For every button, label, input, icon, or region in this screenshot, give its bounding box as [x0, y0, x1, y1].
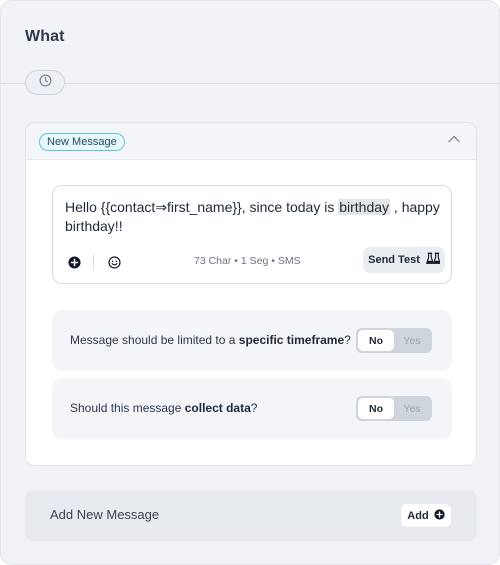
chevron-up-icon[interactable]	[446, 131, 462, 147]
highlighted-word: birthday	[338, 199, 391, 215]
editor-toolbar	[66, 254, 122, 270]
question-text-part: Message should be limited to a	[70, 333, 239, 347]
question-text-bold: collect data	[184, 401, 251, 415]
add-button-label: Add	[407, 509, 429, 522]
collect-data-toggle[interactable]: No Yes	[356, 396, 432, 421]
message-card-header[interactable]: New Message	[26, 123, 476, 160]
collect-data-question-text: Should this message collect data?	[70, 401, 257, 415]
smiley-icon[interactable]	[106, 254, 122, 270]
question-text-part: ?	[344, 333, 351, 347]
what-panel: What New Message Hello {{contact⇒first_n…	[0, 0, 500, 565]
message-card: New Message Hello {{contact⇒first_name}}…	[25, 122, 477, 466]
collect-data-yes-option[interactable]: Yes	[394, 398, 430, 419]
question-text-part: ?	[250, 401, 258, 415]
flask-icon	[426, 252, 441, 268]
message-editor[interactable]: Hello {{contact⇒first_name}}, since toda…	[52, 185, 452, 284]
divider	[1, 83, 499, 84]
timeframe-toggle[interactable]: No Yes	[356, 328, 432, 353]
timeframe-question: Message should be limited to a specific …	[52, 310, 452, 371]
section-title: What	[25, 28, 65, 45]
timeframe-question-text: Message should be limited to a specific …	[70, 333, 351, 347]
timeframe-no-option[interactable]: No	[358, 330, 394, 351]
plus-circle-icon	[434, 508, 445, 523]
message-meta: 73 Char • 1 Seg • SMS	[194, 255, 301, 267]
add-new-message-label: Add New Message	[50, 507, 160, 522]
clock-icon	[39, 74, 52, 92]
add-message-button[interactable]: Add	[400, 503, 452, 528]
new-message-badge: New Message	[39, 133, 125, 151]
toolbar-divider	[93, 254, 94, 270]
message-text-part: Hello {{contact⇒first_name}}, since toda…	[65, 199, 339, 215]
collect-data-question: Should this message collect data? No Yes	[52, 378, 452, 439]
question-text-part: Should this message	[70, 401, 185, 415]
send-test-button[interactable]: Send Test	[363, 247, 445, 273]
add-new-message-row: Add New Message Add	[25, 490, 477, 541]
collect-data-no-option[interactable]: No	[358, 398, 394, 419]
message-text[interactable]: Hello {{contact⇒first_name}}, since toda…	[65, 198, 441, 236]
question-text-bold: specific timeframe	[238, 333, 345, 347]
timeframe-yes-option[interactable]: Yes	[394, 330, 430, 351]
plus-circle-icon[interactable]	[66, 254, 82, 270]
timeline-marker[interactable]	[25, 70, 65, 95]
send-test-label: Send Test	[368, 254, 420, 266]
